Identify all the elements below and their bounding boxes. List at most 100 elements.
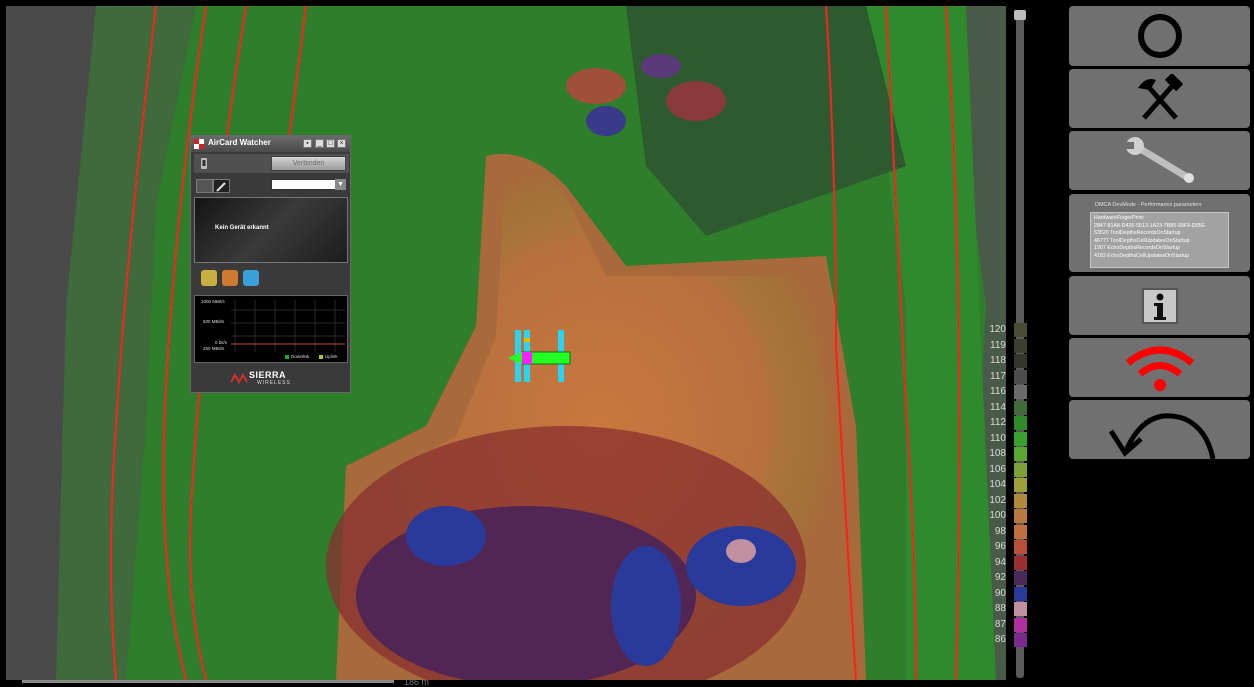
legend-label: 94 [994, 556, 1006, 568]
legend-label: 102 [989, 494, 1006, 506]
legend-row: 87 [980, 617, 1030, 633]
info-button[interactable] [1069, 276, 1250, 335]
wifi-button[interactable] [1069, 338, 1250, 397]
legend-row: 116 [980, 384, 1030, 400]
legend-label: 117 [990, 370, 1006, 382]
legend-row: 104 [980, 477, 1030, 493]
performance-title: DMCA DevMode - Performance parameters [1095, 202, 1202, 208]
device-icon [201, 158, 207, 169]
legend-row: 114 [980, 400, 1030, 416]
graph-legend-uplink: Uplink [325, 354, 338, 359]
legend-row: 94 [980, 555, 1030, 571]
legend-label: 116 [990, 386, 1006, 397]
legend-label: 119 [990, 339, 1006, 351]
legend-swatch [1014, 369, 1027, 384]
sierra-logo-icon [231, 372, 248, 384]
legend-row: 88 [980, 601, 1030, 617]
legend-row: 106 [980, 462, 1030, 478]
window-maximize-button[interactable]: □ [326, 139, 335, 148]
performance-panel: DMCA DevMode - Performance parameters Ha… [1069, 194, 1250, 272]
legend-row: 90 [980, 586, 1030, 602]
legend-row: 96 [980, 539, 1030, 555]
connect-button[interactable]: Verbinden [271, 156, 346, 171]
legend-swatch [1014, 555, 1027, 570]
circle-icon [1137, 14, 1182, 58]
legend-swatch [1014, 416, 1027, 430]
legend-label: 86 [994, 634, 1006, 645]
circle-button[interactable] [1069, 6, 1250, 66]
window-minimize-button[interactable]: _ [315, 139, 324, 148]
help-icon[interactable] [243, 270, 259, 286]
window-menu-button[interactable]: ▪ [303, 139, 312, 148]
legend-swatch [1014, 447, 1027, 461]
building-icon[interactable] [201, 270, 217, 286]
aircard-title: AirCard Watcher [208, 138, 271, 147]
legend-label: 90 [994, 587, 1006, 599]
legend-swatch [1014, 602, 1027, 616]
wrench-icon [1123, 137, 1194, 183]
legend-row: 102 [980, 493, 1030, 509]
legend-swatch [1014, 462, 1027, 477]
legend-label: 96 [994, 541, 1006, 552]
legend-swatch [1014, 509, 1027, 523]
graph-label-low: 250 MBit/s [203, 346, 225, 351]
legend-row: 118 [980, 353, 1030, 369]
legend-label: 108 [989, 448, 1006, 459]
device-status: Kein Gerät erkannt [215, 225, 269, 231]
perf-line: 4183 EchoDepthsCellUpdatesOnStartup [1094, 252, 1190, 259]
legend-swatch [1014, 478, 1027, 492]
graph-label-top: 1000 MBit/s [201, 299, 225, 304]
info-icon [1141, 287, 1178, 324]
legend-row: 110 [980, 431, 1030, 447]
legend-label: 120 [989, 324, 1006, 335]
perf-line: 2847-81A8-D426-5513-1A23-7B85-99F9-D05E [1094, 222, 1206, 229]
brand-name: SIERRA [249, 370, 287, 380]
vessel-marker[interactable] [500, 328, 580, 388]
legend-label: 98 [994, 525, 1006, 537]
card-icon[interactable] [196, 179, 213, 193]
aircard-logo-icon [194, 139, 204, 149]
legend-row: 117 [980, 369, 1030, 385]
tools-button[interactable] [1069, 69, 1250, 128]
legend-row: 100 [980, 508, 1030, 524]
legend-swatch [1014, 586, 1027, 601]
depth-scale-thumb[interactable] [1014, 10, 1026, 20]
settings-icon[interactable] [213, 179, 230, 193]
chevron-down-icon[interactable]: ▼ [335, 179, 346, 190]
perf-line: 46777 ToolDepthsCellUpdatesOnStartup [1094, 237, 1190, 244]
legend-swatch [1014, 385, 1027, 399]
sms-icon[interactable] [222, 270, 238, 286]
undo-arrow-icon [1108, 412, 1215, 459]
wifi-icon [1125, 346, 1194, 391]
bathymetry-map[interactable] [6, 6, 1006, 680]
depth-legend: 120 119 118 117 116 114 112 110 108 106 104 102 100 9… [980, 322, 1030, 648]
legend-swatch [1014, 633, 1027, 647]
legend-row: 120 [980, 322, 1030, 338]
perf-line: 53520 ToolDepthsRecordsOnStartup [1094, 230, 1181, 236]
legend-label: 110 [990, 432, 1006, 444]
legend-swatch [1014, 431, 1027, 446]
legend-label: 100 [989, 510, 1006, 521]
settings-button[interactable] [1069, 131, 1250, 190]
legend-row: 92 [980, 570, 1030, 586]
legend-swatch [1014, 323, 1027, 337]
legend-label: 106 [989, 463, 1006, 475]
back-button[interactable] [1069, 400, 1250, 459]
brand-sub: WIRELESS [257, 380, 291, 386]
legend-row: 98 [980, 524, 1030, 540]
legend-swatch [1014, 524, 1027, 539]
perf-line: HardwareFingerPrint: [1094, 215, 1145, 221]
legend-swatch [1014, 571, 1027, 585]
aircard-watcher-window[interactable]: AirCard Watcher ▪ _ □ × Verbinden ▼ Kein… [190, 135, 351, 393]
legend-label: 104 [989, 479, 1006, 490]
perf-line: 1907 EchoDepthsRecordsOnStartup [1094, 245, 1180, 251]
legend-label: 114 [990, 401, 1006, 413]
legend-swatch [1014, 338, 1027, 353]
legend-swatch [1014, 400, 1027, 415]
window-close-button[interactable]: × [337, 139, 346, 148]
map-scalebar [22, 680, 394, 683]
legend-row: 112 [980, 415, 1030, 431]
legend-swatch [1014, 354, 1027, 368]
graph-legend-downlink: Downlink [291, 354, 310, 359]
legend-label: 88 [994, 603, 1006, 614]
